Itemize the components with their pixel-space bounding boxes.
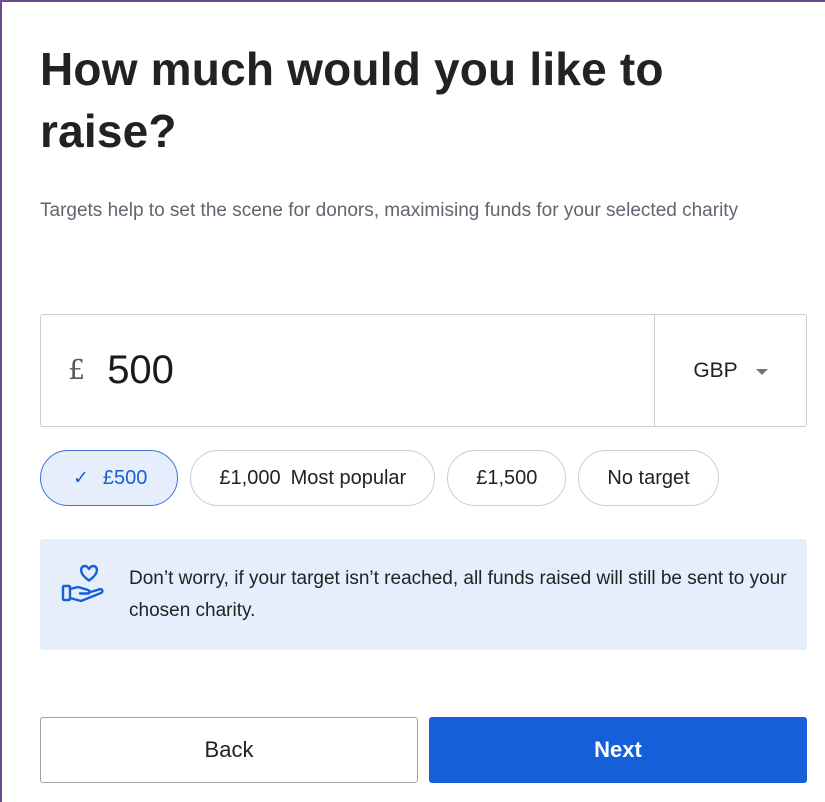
page-title: How much would you like to raise? <box>40 43 664 157</box>
page-subtitle: Targets help to set the scene for donors… <box>40 200 739 221</box>
chip-1500[interactable]: £1,500 <box>447 450 567 506</box>
chip-label: £1,500 <box>476 466 538 489</box>
chip-label: £1,000 <box>219 466 281 489</box>
info-notice: Don’t worry, if your target isn’t reache… <box>40 539 807 650</box>
currency-code: GBP <box>693 358 738 382</box>
target-amount-field: £ 500 GBP <box>40 314 807 427</box>
amount-input[interactable]: £ 500 <box>41 315 655 426</box>
hand-heart-icon <box>61 564 104 603</box>
target-preset-chips: ✓ £500 £1,000 Most popular £1,500 No tar… <box>40 450 719 506</box>
fundraising-target-panel: How much would you like to raise? Target… <box>0 0 825 802</box>
chip-1000[interactable]: £1,000 Most popular <box>190 450 436 506</box>
chip-popular-tag: Most popular <box>290 466 407 489</box>
currency-symbol: £ <box>68 355 86 386</box>
chevron-down-icon <box>755 368 768 375</box>
next-button[interactable]: Next <box>429 717 807 783</box>
chip-label: No target <box>607 466 690 489</box>
checkmark-icon: ✓ <box>73 467 89 489</box>
info-text: Don’t worry, if your target isn’t reache… <box>129 568 787 621</box>
currency-dropdown[interactable]: GBP <box>655 315 806 426</box>
chip-label: £500 <box>102 466 148 489</box>
back-button[interactable]: Back <box>40 717 418 783</box>
chip-no-target[interactable]: No target <box>578 450 719 506</box>
chip-500[interactable]: ✓ £500 <box>40 450 179 506</box>
amount-value: 500 <box>107 348 174 392</box>
